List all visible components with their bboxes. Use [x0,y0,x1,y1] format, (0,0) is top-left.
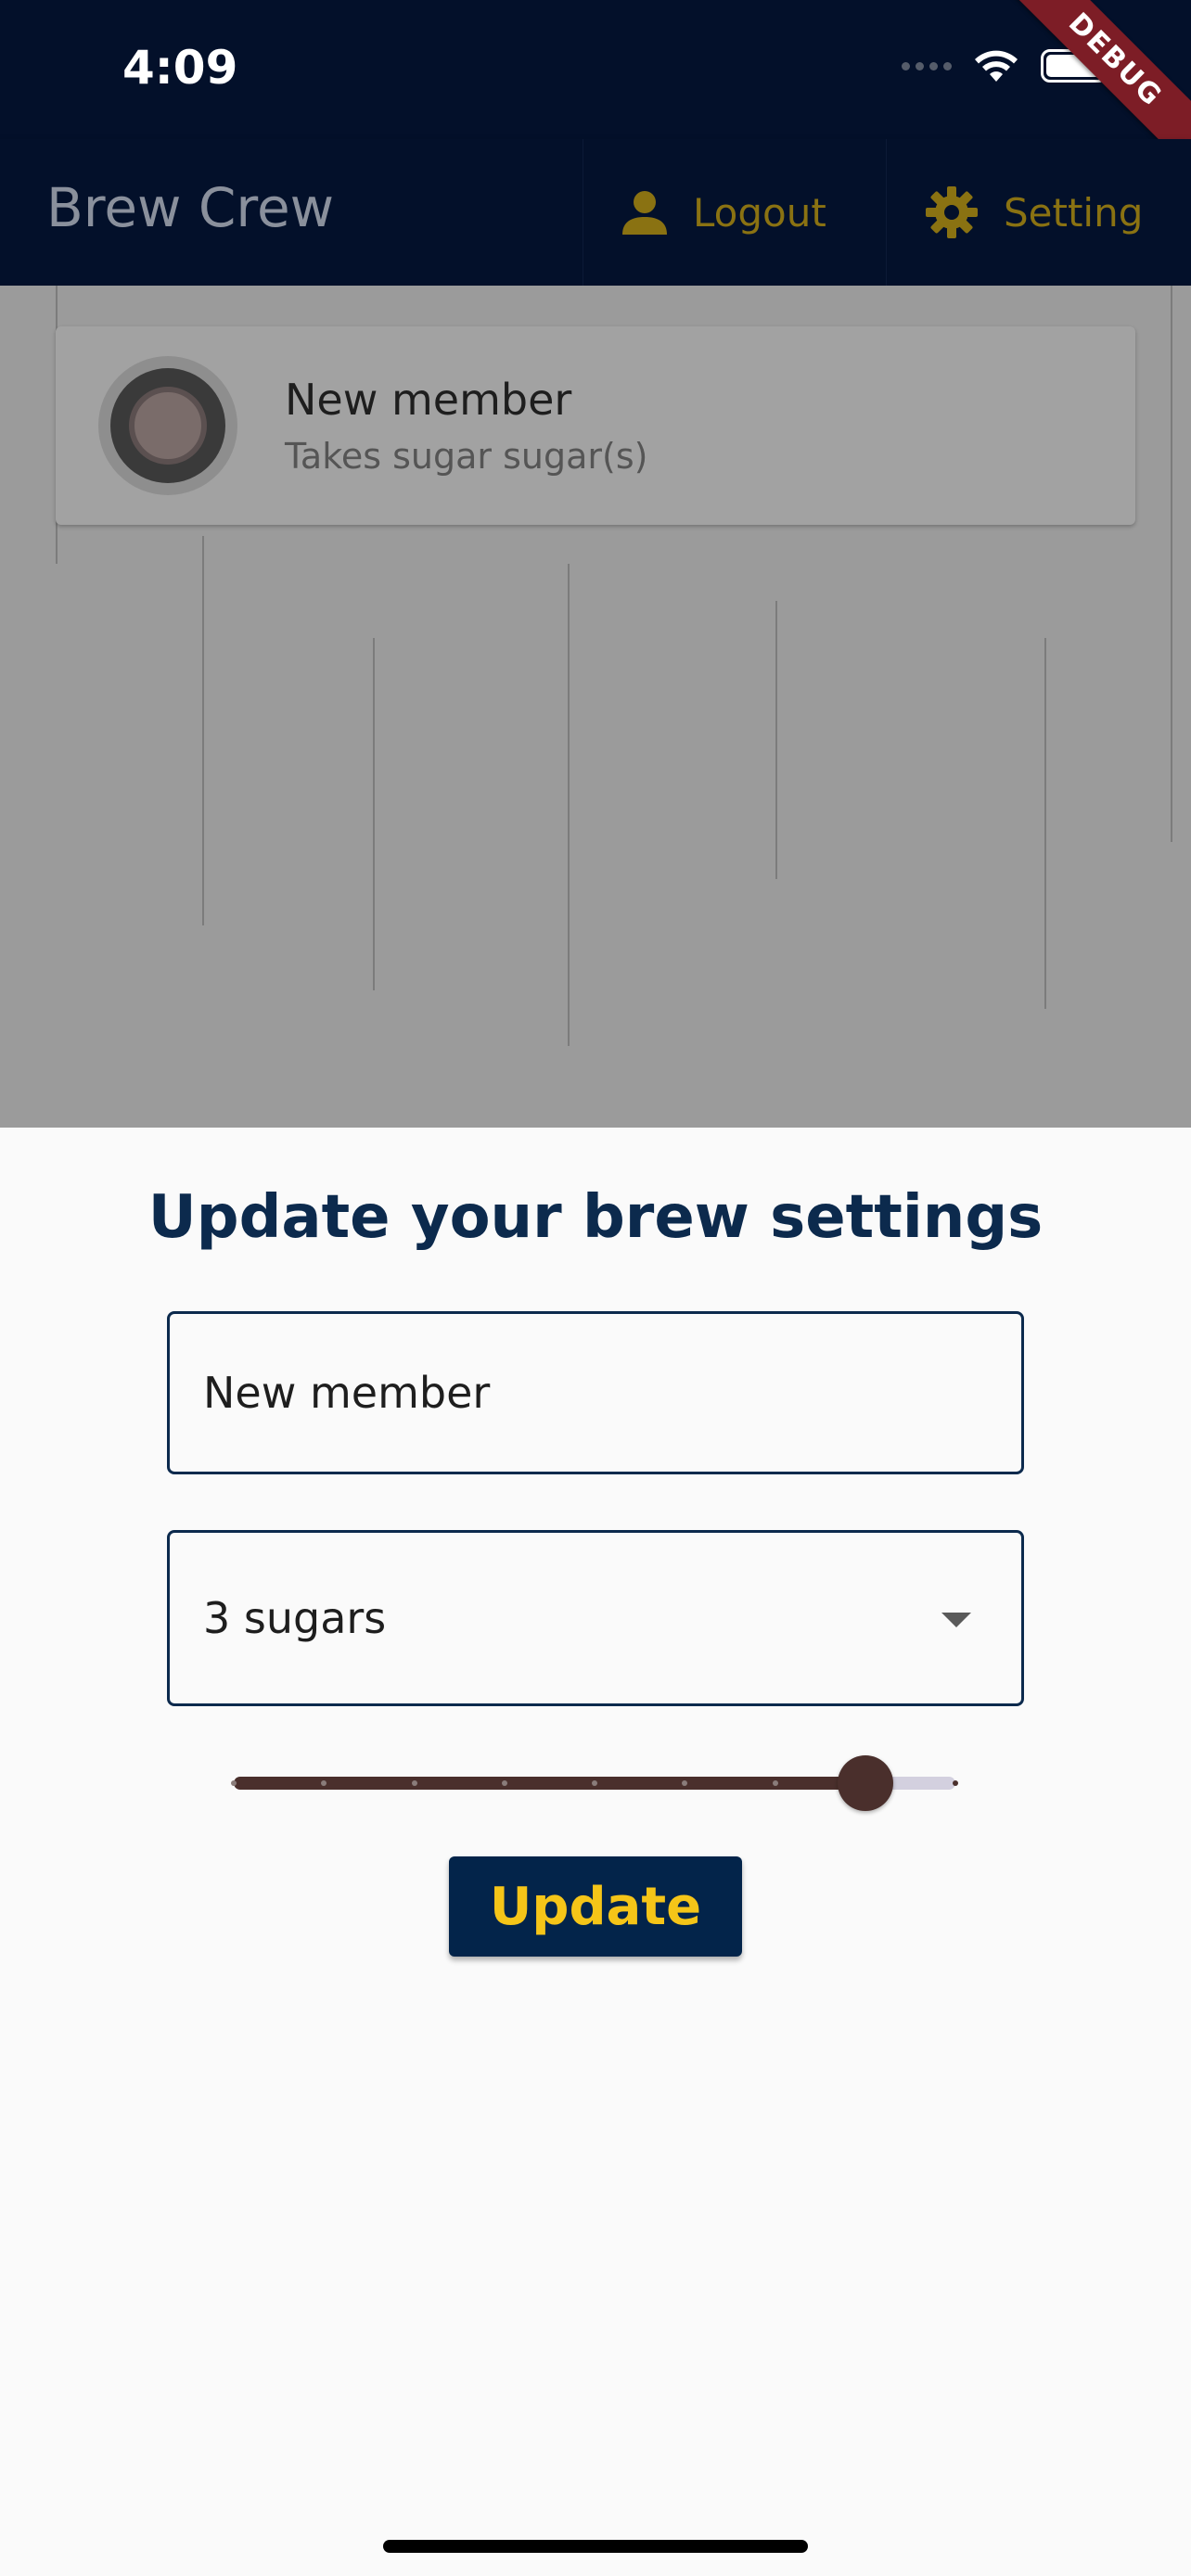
setting-label: Setting [1004,189,1144,236]
logout-label: Logout [693,189,826,236]
slider-thumb[interactable] [837,1755,893,1811]
slider-active-track [234,1777,865,1790]
person-icon [622,191,667,235]
logout-button[interactable]: Logout [583,139,864,286]
name-input[interactable] [203,1314,908,1472]
status-time: 4:09 [122,41,238,95]
slider-tick [231,1780,237,1786]
slider-tick [592,1780,597,1786]
coffee-cup-avatar [98,356,237,495]
slider-tick [772,1780,778,1786]
strength-slider[interactable] [231,1754,958,1811]
sugar-dropdown-value: 3 sugars [203,1593,387,1643]
update-button[interactable]: Update [449,1856,742,1957]
name-field[interactable] [167,1311,1024,1474]
settings-bottom-sheet: Update your brew settings 3 sugars Updat… [0,1128,1191,2576]
dropdown-arrow-icon [941,1613,971,1627]
slider-tick [411,1780,417,1786]
list-item[interactable]: New member Takes sugar sugar(s) [56,326,1135,525]
member-subtitle: Takes sugar sugar(s) [285,436,648,477]
sheet-title: Update your brew settings [147,1183,1044,1252]
wifi-icon [975,50,1018,82]
gear-icon [926,186,978,238]
sugar-dropdown[interactable]: 3 sugars [167,1530,1024,1706]
app-bar: Brew Crew Logout Setting [0,139,1191,286]
status-bar: 4:09 [0,0,1191,139]
slider-tick [501,1780,507,1786]
home-indicator [383,2540,808,2553]
cellular-signal-icon [902,61,952,70]
slider-tick [953,1780,958,1786]
app-title: Brew Crew [46,176,335,239]
brew-list-background: New member Takes sugar sugar(s) [0,286,1191,1128]
member-name: New member [285,375,572,425]
setting-button[interactable]: Setting [886,139,1180,286]
